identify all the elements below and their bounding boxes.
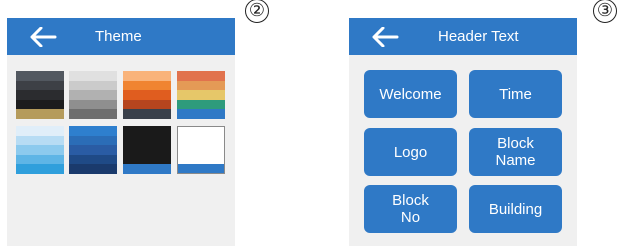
theme-swatch-silver-gray[interactable] [69,71,117,119]
swatch-stripe [177,71,225,81]
swatch-stripe [16,71,64,81]
option-time-button[interactable]: Time [469,70,562,118]
swatch-stripe [16,126,64,136]
swatch-stripe [177,80,225,91]
swatch-stripe [16,90,64,100]
header-text-title: Header Text [438,28,519,45]
swatch-stripe [16,99,64,110]
swatch-stripe [178,154,224,164]
step-marker-2: ② [245,0,269,23]
option-block-no-button[interactable]: Block No [364,185,457,233]
swatch-stripe [123,109,171,119]
swatch-stripe [69,80,117,91]
theme-swatch-blue[interactable] [69,126,117,174]
option-welcome-button[interactable]: Welcome [364,70,457,118]
theme-swatch-dark-gold[interactable] [16,71,64,119]
arrow-left-icon[interactable] [29,27,57,47]
option-building-button[interactable]: Building [469,185,562,233]
swatch-stripe [16,164,64,174]
theme-panel: Theme [7,18,235,246]
swatch-stripe [16,109,64,119]
theme-swatch-multicolor[interactable] [177,71,225,119]
swatch-stripe [177,99,225,110]
option-block-name-button[interactable]: Block Name [469,128,562,176]
swatch-stripe [69,71,117,81]
swatch-stripe [69,99,117,110]
theme-swatch-black[interactable] [123,126,171,174]
theme-header-bar: Theme [7,18,235,55]
swatch-stripe [177,109,225,119]
swatch-stripe [123,164,171,174]
swatch-stripe [123,154,171,165]
swatch-stripe [16,80,64,91]
swatch-stripe [123,71,171,81]
swatch-stripe [123,126,171,136]
header-text-panel: Header Text Welcome Time Logo Block Name… [349,18,577,246]
swatch-stripe [177,90,225,100]
theme-title: Theme [95,28,142,45]
swatch-stripe [69,135,117,146]
swatch-stripe [178,136,224,146]
swatch-stripe [69,145,117,155]
arrow-left-icon[interactable] [371,27,399,47]
theme-swatch-white[interactable] [177,126,225,174]
swatch-stripe [123,135,171,146]
swatch-stripe [123,80,171,91]
swatch-stripe [123,145,171,155]
swatch-stripe [123,90,171,100]
swatch-stripe [69,90,117,100]
option-logo-button[interactable]: Logo [364,128,457,176]
swatch-stripe [16,145,64,155]
theme-swatch-orange-sunset[interactable] [123,71,171,119]
swatch-stripe [69,154,117,165]
swatch-stripe [178,127,224,137]
swatch-stripe [69,164,117,174]
swatch-stripe [178,145,224,155]
theme-swatch-light-sky[interactable] [16,126,64,174]
swatch-stripe [16,135,64,146]
swatch-stripe [69,126,117,136]
swatch-stripe [123,99,171,110]
swatch-stripe [69,109,117,119]
step-marker-3: ③ [593,0,617,23]
swatch-stripe [16,154,64,165]
header-text-header-bar: Header Text [349,18,577,55]
swatch-stripe [178,163,224,173]
